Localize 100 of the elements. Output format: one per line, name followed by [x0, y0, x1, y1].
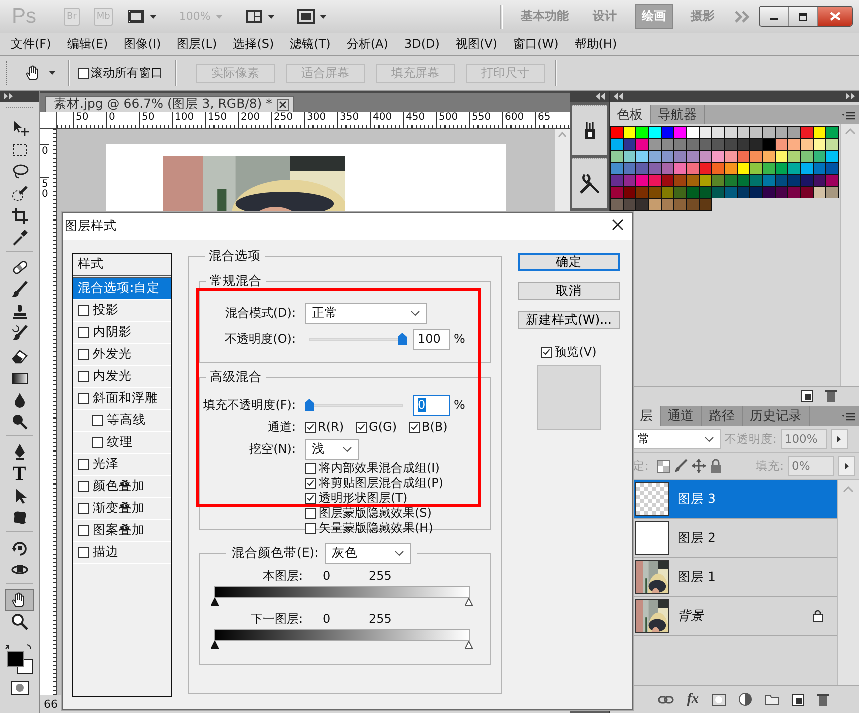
checkbox-label: 滚动所有窗口 — [91, 64, 163, 82]
panel-tab[interactable]: 层 — [633, 406, 661, 426]
tool-button[interactable]: T — [5, 463, 34, 485]
panel-tab[interactable]: 通道 — [661, 406, 702, 426]
style-label: 内发光 — [93, 368, 132, 385]
menu-item[interactable]: 窗口(W) — [514, 36, 559, 52]
style-label: 混合选项:自定 — [78, 280, 160, 297]
ruler-label: 100 — [175, 112, 194, 123]
ruler-label: 0 — [42, 146, 48, 157]
checkbox-label: 将内部效果混合成组(I) — [319, 460, 440, 477]
style-item[interactable]: 等高线 — [73, 410, 171, 432]
layer-row[interactable]: 背景 — [633, 597, 837, 636]
dialog-button[interactable]: 取消 — [518, 282, 620, 300]
layer-name: 背景 — [678, 608, 706, 624]
style-label: 渐变叠加 — [93, 500, 145, 517]
menu-item[interactable]: 3D(D) — [404, 37, 440, 51]
checkbox-label: 矢量蒙版隐藏效果(H) — [319, 520, 434, 537]
ruler-label: 550 — [472, 112, 492, 123]
field-label: 混合模式(D): — [224, 304, 296, 322]
style-label: 等高线 — [107, 412, 146, 429]
checkbox-label: 预览(V) — [555, 344, 597, 361]
checkbox-label: 透明形状图层(T) — [319, 490, 408, 507]
style-item[interactable]: 光泽 — [73, 454, 171, 476]
ruler-label: 50 — [142, 112, 155, 123]
knockout-dropdown[interactable]: 浅 — [305, 438, 359, 460]
ruler-label: 50 — [76, 112, 89, 123]
blend-if-dropdown[interactable]: 灰色 — [324, 543, 411, 564]
style-label: 投影 — [93, 302, 119, 319]
ruler-label: 300 — [307, 112, 326, 123]
menu-item[interactable]: 图像(I) — [124, 36, 162, 52]
checkbox-label: G(G) — [369, 420, 398, 434]
field-label: 混合颜色带(E): — [232, 545, 319, 562]
style-item[interactable]: 颜色叠加 — [73, 476, 171, 498]
menu-item[interactable]: 选择(S) — [233, 36, 274, 52]
effects-button[interactable]: fx — [687, 692, 699, 708]
menu-item[interactable]: 分析(A) — [346, 36, 388, 52]
panel-tab[interactable]: 历史记录 — [743, 406, 810, 426]
checkbox-label: R(R) — [318, 420, 344, 434]
unit-label: % — [454, 398, 466, 412]
style-item[interactable]: 投影 — [73, 300, 171, 322]
range-value: 255 — [369, 569, 392, 583]
layer-name: 图层 3 — [678, 490, 717, 508]
ruler-label: 450 — [406, 112, 426, 123]
ruler-label: 50 — [42, 179, 48, 200]
zoom-status: 66 — [44, 698, 58, 710]
fill-opacity-field[interactable]: 0 — [413, 394, 450, 416]
dialog-title: 图层样式 — [65, 218, 117, 235]
style-label: 光泽 — [93, 456, 119, 473]
style-label: 纹理 — [107, 434, 133, 451]
style-item[interactable]: 混合选项:自定 — [73, 278, 171, 300]
unit-label: % — [454, 332, 466, 346]
field-label: 本图层: — [262, 568, 304, 584]
style-item[interactable]: 描边 — [73, 542, 171, 564]
menu-item[interactable]: 图层(L) — [177, 36, 218, 52]
style-item[interactable]: 内阴影 — [73, 322, 171, 344]
style-item[interactable]: 内发光 — [73, 366, 171, 388]
ruler-label: 350 — [340, 112, 360, 123]
menu-item[interactable]: 帮助(H) — [574, 36, 618, 52]
layer-row[interactable]: 图层 2 — [633, 519, 837, 558]
opacity-field[interactable]: 100 — [413, 328, 450, 350]
checkbox-label: 图层蒙版隐藏效果(S) — [319, 505, 432, 522]
style-label: 斜面和浮雕 — [93, 390, 158, 407]
ruler-label: 150 — [208, 112, 228, 123]
ruler-label: 200 — [241, 112, 260, 123]
group-title: 混合选项 — [209, 248, 261, 263]
field-label: 不透明度(O): — [224, 330, 296, 348]
style-item[interactable]: 渐变叠加 — [73, 498, 171, 520]
menu-item[interactable]: 编辑(E) — [67, 36, 108, 52]
panel-tab[interactable]: 色板 — [610, 105, 651, 124]
ruler-label: 0 — [109, 112, 116, 123]
layer-name: 图层 2 — [678, 530, 717, 546]
style-item[interactable]: 图案叠加 — [73, 520, 171, 542]
dialog-button[interactable]: 新建样式(W)... — [518, 311, 620, 329]
field-label: 通道: — [266, 418, 296, 436]
field-label: 下一图层: — [250, 610, 304, 628]
blend-mode-dropdown[interactable]: 正常 — [305, 302, 427, 324]
panel-tab[interactable]: 路径 — [702, 406, 743, 426]
dialog-button[interactable]: 确定 — [518, 253, 620, 271]
type-tool[interactable]: T — [10, 464, 30, 484]
field-label: 不透明度: — [725, 432, 777, 446]
style-label: 图案叠加 — [93, 522, 145, 539]
checkbox-label: 将剪贴图层混合成组(P) — [319, 475, 444, 492]
checkbox-label: B(B) — [422, 420, 448, 434]
menu-item[interactable]: 文件(F) — [11, 36, 52, 52]
field-label: 填充: — [756, 458, 784, 474]
panel-tab[interactable]: 导航器 — [651, 105, 705, 124]
style-label: 颜色叠加 — [93, 478, 145, 495]
ruler-label: 250 — [274, 112, 294, 123]
style-item[interactable]: 外发光 — [73, 344, 171, 366]
blend-mode-dropdown[interactable]: 常 — [633, 429, 721, 449]
range-value: 0 — [322, 569, 332, 583]
style-item[interactable]: 斜面和浮雕 — [73, 388, 171, 410]
style-item[interactable]: 纹理 — [73, 432, 171, 454]
menu-item[interactable]: 视图(V) — [456, 36, 498, 52]
layer-row[interactable]: 图层 3 — [633, 480, 837, 519]
ruler-label: 500 — [439, 112, 458, 123]
ruler-label: 65 — [538, 112, 551, 123]
range-value: 255 — [369, 612, 392, 626]
menu-item[interactable]: 滤镜(T) — [290, 36, 331, 52]
group-title: 常规混合 — [210, 273, 262, 288]
